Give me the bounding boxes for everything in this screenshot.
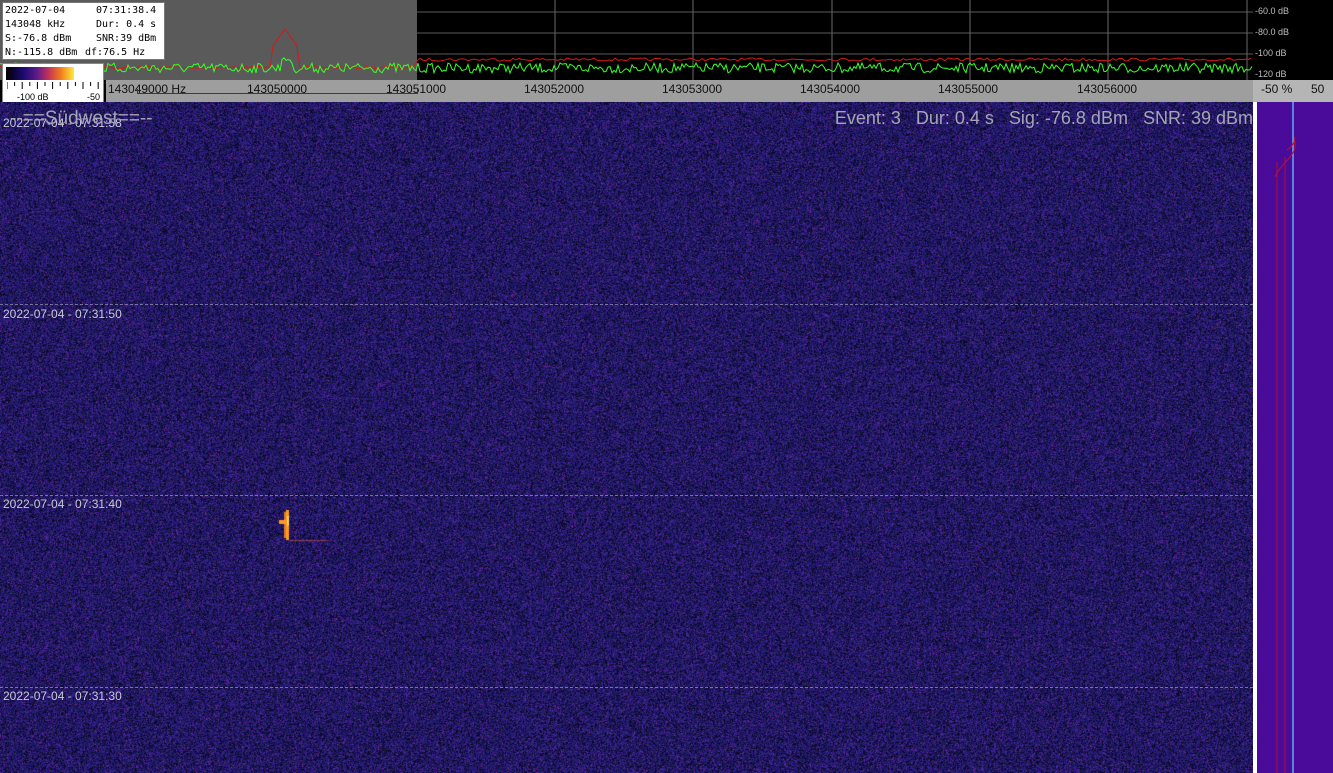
freq-label: 143052000 (524, 82, 584, 96)
time-gridline (0, 495, 1253, 496)
freq-label: 143056000 (1077, 82, 1137, 96)
info-snr: SNR:39 dBm (96, 33, 156, 45)
info-frequency: 143048 kHz (5, 19, 65, 31)
color-scale-ticks (7, 82, 99, 90)
event-info-box: 2022-07-04 07:31:38.4 143048 kHz Dur: 0.… (2, 2, 165, 60)
db-scale-label: -60.0 dB (1255, 6, 1289, 16)
percent-axis: -50 % 50 (1253, 80, 1333, 102)
db-scale-label: -80.0 dB (1255, 27, 1289, 37)
timestamp-label: 2022-07-04 - 07:31:40 (3, 497, 122, 511)
bandwidth-marker[interactable] (137, 93, 418, 94)
freq-label: 143054000 (800, 82, 860, 96)
timestamp-label: 2022-07-04 - 07:31:50 (3, 307, 122, 321)
spectrum-plot (0, 0, 1253, 80)
color-scale-min: -100 dB (17, 92, 49, 102)
info-noise: N:-115.8 dBm (5, 47, 77, 59)
side-panel-plot (1257, 102, 1333, 773)
spectrum-peak-trace (0, 29, 1251, 69)
waterfall-display[interactable]: 2022-07-04 - 07:31:58 2022-07-04 - 07:31… (0, 102, 1253, 773)
db-scale-label: -120 dB (1255, 69, 1287, 79)
color-scale[interactable]: -100 dB -50 (2, 63, 104, 106)
waterfall-canvas (0, 102, 1253, 773)
event-stats: Event: 3 Dur: 0.4 s Sig: -76.8 dBm SNR: … (835, 108, 1253, 129)
freq-label: 143053000 (662, 82, 722, 96)
percent-axis-max: 50 (1311, 82, 1324, 96)
time-gridline (0, 304, 1253, 305)
freq-label: 143055000 (938, 82, 998, 96)
info-signal: S:-76.8 dBm (5, 33, 71, 45)
station-title: --==Südwest==-- (10, 108, 153, 130)
color-gradient (6, 67, 74, 80)
info-duration: Dur: 0.4 s (96, 19, 156, 31)
frequency-axis[interactable]: 143049000 Hz 143050000 143051000 1430520… (106, 80, 1253, 102)
spectrum-graph[interactable] (0, 0, 1253, 80)
color-scale-max: -50 (87, 92, 100, 102)
db-scale: -60.0 dB -80.0 dB -100 dB -120 dB (1253, 0, 1333, 80)
timestamp-label: 2022-07-04 - 07:31:30 (3, 689, 122, 703)
info-date: 2022-07-04 (5, 5, 65, 17)
time-gridline (0, 687, 1253, 688)
info-df: df:76.5 Hz (85, 47, 145, 59)
percent-axis-min: -50 % (1261, 82, 1292, 96)
info-time: 07:31:38.4 (96, 5, 156, 17)
doppler-side-panel (1257, 102, 1333, 773)
db-scale-label: -100 dB (1255, 48, 1287, 58)
